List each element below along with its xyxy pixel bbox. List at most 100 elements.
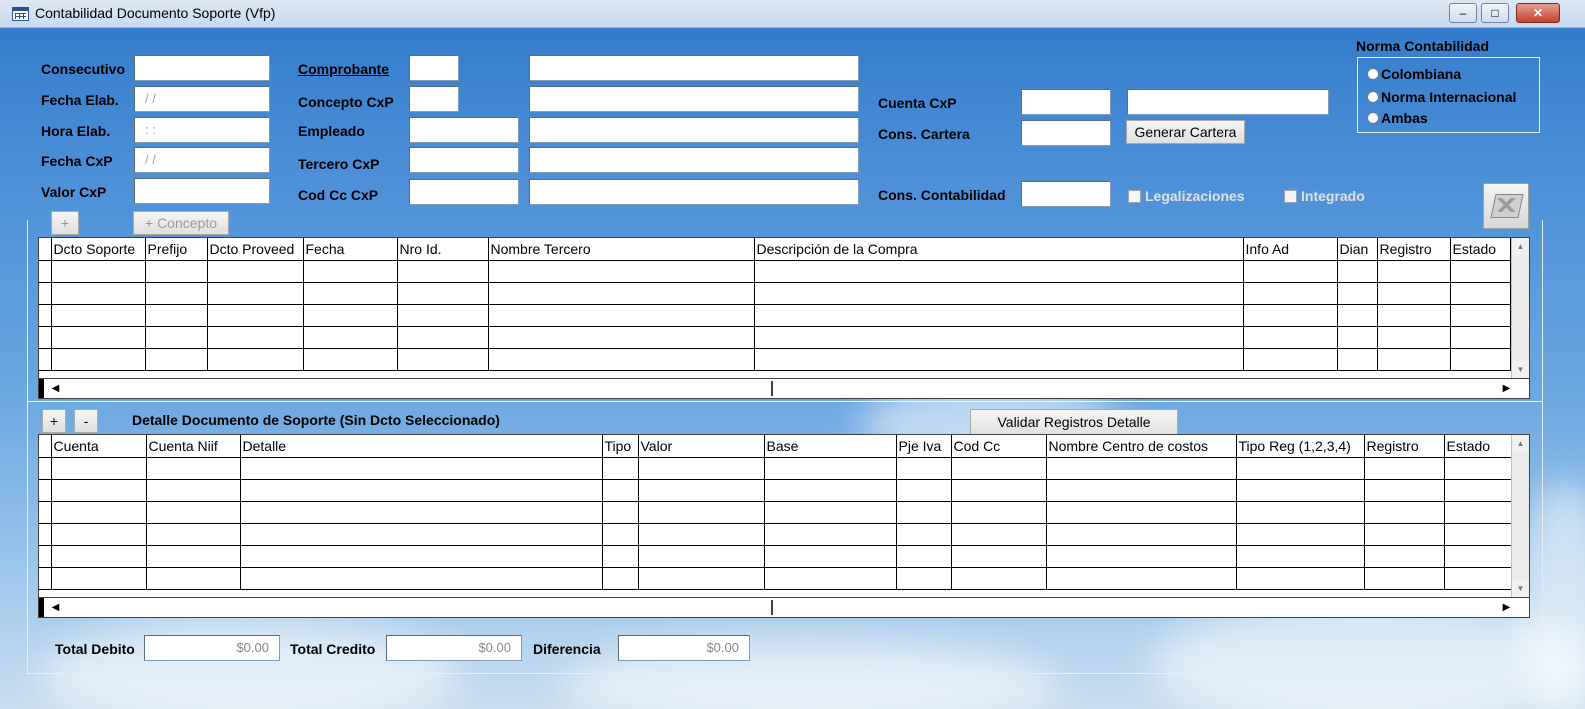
cell[interactable] (1236, 545, 1365, 568)
cell[interactable] (1046, 567, 1237, 590)
cell[interactable] (1364, 523, 1445, 546)
row-selector[interactable] (39, 567, 52, 590)
empleado-name-field[interactable] (529, 117, 859, 143)
cell[interactable] (1337, 326, 1378, 349)
cell[interactable] (146, 567, 241, 590)
integrado-checkbox[interactable]: Integrado (1284, 188, 1365, 204)
cell[interactable] (207, 326, 304, 349)
documents-grid[interactable]: Dcto Soporte Prefijo Dcto Proveed Fecha … (38, 237, 1530, 399)
hora-elab-field[interactable]: : : (134, 117, 270, 143)
col-estado[interactable]: Estado (1450, 238, 1511, 261)
row-selector[interactable] (39, 260, 52, 283)
cell[interactable] (51, 545, 147, 568)
cell[interactable] (207, 348, 304, 371)
col-cuenta-niif[interactable]: Cuenta Niif (146, 435, 241, 458)
fecha-cxp-field[interactable]: / / (134, 147, 270, 173)
cell[interactable] (896, 501, 952, 524)
cell[interactable] (764, 567, 897, 590)
cod-cc-cxp-name-field[interactable] (529, 179, 859, 205)
cell[interactable] (951, 545, 1047, 568)
detail-grid[interactable]: Cuenta Cuenta Niif Detalle Tipo Valor Ba… (38, 434, 1530, 618)
valor-cxp-field[interactable] (134, 178, 270, 204)
close-button[interactable]: ✕ (1516, 3, 1560, 23)
cell[interactable] (397, 326, 489, 349)
scroll-right-icon[interactable]: ▶ (1498, 380, 1515, 397)
col-registro[interactable]: Registro (1377, 238, 1451, 261)
table-row[interactable] (39, 457, 1513, 480)
cell[interactable] (602, 523, 639, 546)
cell[interactable] (896, 523, 952, 546)
cell[interactable] (1236, 479, 1365, 502)
cell[interactable] (602, 457, 639, 480)
cell[interactable] (1046, 523, 1237, 546)
radio-norma-internacional[interactable]: Norma Internacional (1367, 89, 1516, 105)
table-row[interactable] (39, 479, 1513, 502)
cell[interactable] (638, 567, 765, 590)
validar-registros-button[interactable]: Validar Registros Detalle (970, 409, 1178, 435)
cell[interactable] (638, 501, 765, 524)
cell[interactable] (207, 260, 304, 283)
cell[interactable] (397, 304, 489, 327)
generar-cartera-button[interactable]: Generar Cartera (1126, 120, 1245, 144)
cell[interactable] (145, 326, 208, 349)
cell[interactable] (303, 326, 398, 349)
cell[interactable] (1450, 326, 1511, 349)
cell[interactable] (764, 457, 897, 480)
col-nro-id[interactable]: Nro Id. (397, 238, 489, 261)
cell[interactable] (51, 479, 147, 502)
row-selector[interactable] (39, 304, 52, 327)
col-cuenta[interactable]: Cuenta (51, 435, 147, 458)
cell[interactable] (764, 501, 897, 524)
cell[interactable] (240, 479, 603, 502)
cell[interactable] (1364, 457, 1445, 480)
table-row[interactable] (39, 282, 1511, 305)
scroll-left-icon[interactable]: ◀ (47, 599, 64, 616)
col-dcto-soporte[interactable]: Dcto Soporte (51, 238, 146, 261)
cell[interactable] (240, 567, 603, 590)
table-row[interactable] (39, 304, 1511, 327)
scroll-right-icon[interactable]: ▶ (1498, 599, 1515, 616)
col-dian[interactable]: Dian (1337, 238, 1378, 261)
table-row[interactable] (39, 523, 1513, 546)
cell[interactable] (145, 260, 208, 283)
title-bar[interactable]: Contabilidad Documento Soporte (Vfp) – □… (0, 0, 1585, 28)
col-dcto-proveed[interactable]: Dcto Proveed (207, 238, 304, 261)
col-tipo[interactable]: Tipo (602, 435, 639, 458)
cell[interactable] (145, 282, 208, 305)
cell[interactable] (754, 304, 1244, 327)
cell[interactable] (1236, 457, 1365, 480)
cell[interactable] (146, 545, 241, 568)
cell[interactable] (951, 457, 1047, 480)
scroll-down-icon[interactable]: ▼ (1512, 361, 1529, 378)
cell[interactable] (240, 523, 603, 546)
tercero-cxp-name-field[interactable] (529, 147, 859, 173)
cell[interactable] (1377, 304, 1451, 327)
cell[interactable] (240, 501, 603, 524)
cell[interactable] (488, 348, 755, 371)
minimize-button[interactable]: – (1449, 3, 1477, 23)
cell[interactable] (638, 457, 765, 480)
cell[interactable] (51, 523, 147, 546)
horizontal-scrollbar[interactable]: ◀ ▶ (39, 378, 1529, 398)
cell[interactable] (1364, 545, 1445, 568)
tercero-cxp-code-field[interactable] (409, 147, 519, 173)
cell[interactable] (240, 545, 603, 568)
cell[interactable] (488, 326, 755, 349)
cell[interactable] (1364, 501, 1445, 524)
cell[interactable] (146, 479, 241, 502)
cell[interactable] (638, 523, 765, 546)
cell[interactable] (51, 304, 146, 327)
col-nombre-centro-costos[interactable]: Nombre Centro de costos (1046, 435, 1237, 458)
fecha-elab-field[interactable]: / / (134, 86, 270, 112)
table-row[interactable] (39, 567, 1513, 590)
row-selector[interactable] (39, 545, 52, 568)
empleado-code-field[interactable] (409, 117, 519, 143)
cell[interactable] (1444, 567, 1513, 590)
scroll-left-icon[interactable]: ◀ (47, 380, 64, 397)
print-icon[interactable] (1483, 183, 1529, 229)
cell[interactable] (1444, 479, 1513, 502)
cell[interactable] (397, 348, 489, 371)
table-row[interactable] (39, 326, 1511, 349)
cell[interactable] (1377, 260, 1451, 283)
col-registro[interactable]: Registro (1364, 435, 1445, 458)
